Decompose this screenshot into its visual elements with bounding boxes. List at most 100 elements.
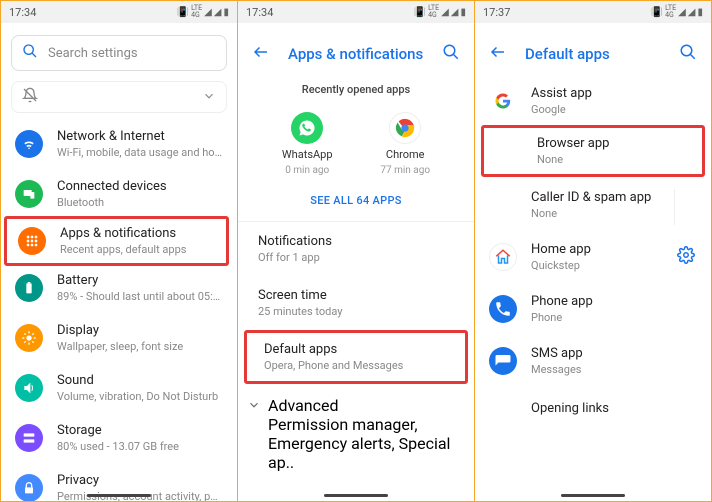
settings-item-connected[interactable]: Connected devicesBluetooth (1, 169, 237, 219)
signal-icon: ◢ (678, 7, 686, 18)
settings-item-display[interactable]: Display Wallpaper, sleep, font size (1, 313, 237, 363)
battery-icon (15, 274, 43, 302)
phone-apps-notifications: 17:34 📳 LTE4G ◢ ◢ ▮ Apps & notifications… (238, 1, 475, 501)
item-title: Notifications (258, 234, 454, 249)
apps-item-default-apps[interactable]: Default apps Opera, Phone and Messages (247, 333, 465, 381)
item-sub: Phone (531, 311, 593, 324)
item-sub: Messages (531, 363, 583, 376)
apps-item-screen-time[interactable]: Screen time 25 minutes today (238, 276, 474, 330)
default-app-caller-id[interactable]: Caller ID & spam app None (475, 179, 711, 231)
see-all-apps-link[interactable]: SEE ALL 64 APPS (238, 186, 474, 221)
recent-app-whatsapp[interactable]: WhatsApp 0 min ago (282, 112, 333, 176)
item-title: Screen time (258, 288, 454, 303)
phone-default-apps: 17:37 📳 LTE4G ◢ ◢ ▮ Default apps (475, 1, 711, 501)
settings-item-apps[interactable]: Apps & notificationsRecent apps, default… (7, 219, 226, 263)
recent-apps-label: Recently opened apps (238, 75, 474, 106)
nav-handle[interactable] (324, 494, 388, 497)
status-bar: 17:34 📳 LTE4G ◢ ◢ ▮ (1, 1, 237, 23)
settings-item-storage[interactable]: Storage80% used - 13.07 GB free (1, 413, 237, 463)
chrome-icon (389, 112, 421, 144)
item-sub: Off for 1 app (258, 251, 454, 264)
item-title: Privacy (57, 473, 223, 488)
item-title: Phone app (531, 294, 593, 309)
recent-app-name: WhatsApp (282, 148, 333, 161)
recent-app-time: 0 min ago (285, 165, 329, 176)
item-title: Storage (57, 423, 223, 438)
vibrate-icon: 📳 (177, 7, 189, 18)
lte-icon: LTE4G (428, 5, 439, 19)
storage-icon (15, 424, 43, 452)
status-icons: 📳 LTE4G ◢ ◢ ▮ (651, 5, 703, 19)
recent-app-chrome[interactable]: Chrome 77 min ago (380, 112, 430, 176)
item-sub: 89% - Should last until about 05:30 (57, 290, 223, 303)
settings-item-sound[interactable]: Sound Volume, vibration, Do Not Disturb (1, 363, 237, 413)
signal-icon: ◢ (204, 7, 212, 18)
status-bar: 17:37 📳 LTE4G ◢ ◢ ▮ (475, 1, 711, 23)
vibrate-icon: 📳 (414, 7, 426, 18)
default-app-browser[interactable]: Browser app None (484, 128, 702, 174)
battery-icon: ▮ (223, 7, 229, 18)
default-app-sms[interactable]: SMS app Messages (475, 335, 711, 387)
search-input[interactable]: Search settings (11, 35, 227, 71)
back-button[interactable] (489, 43, 507, 65)
search-button[interactable] (679, 43, 697, 65)
default-app-assist[interactable]: Assist appGoogle (475, 75, 711, 127)
lte-icon: LTE4G (191, 5, 202, 19)
item-title: Display (57, 323, 223, 338)
lock-icon (15, 474, 43, 501)
highlight-default-apps: Default apps Opera, Phone and Messages (244, 330, 468, 384)
item-title: SMS app (531, 346, 583, 361)
status-time: 17:37 (483, 6, 651, 19)
item-title: Browser app (537, 136, 688, 151)
home-icon (489, 243, 517, 271)
tutorial-triptych: 17:34 📳 LTE4G ◢ ◢ ▮ Search settings (0, 0, 712, 502)
gear-icon[interactable] (677, 246, 697, 268)
default-app-phone[interactable]: Phone app Phone (475, 283, 711, 335)
apps-item-advanced[interactable]: Advanced Permission manager, Emergency a… (238, 384, 474, 484)
item-title: Opening links (531, 401, 697, 416)
search-placeholder: Search settings (48, 46, 138, 61)
battery-icon: ▮ (697, 7, 703, 18)
item-title: Sound (57, 373, 223, 388)
devices-icon (15, 180, 43, 208)
nav-handle[interactable] (561, 494, 625, 497)
google-icon (489, 87, 517, 115)
settings-item-battery[interactable]: Battery 89% - Should last until about 05:… (1, 263, 237, 313)
volume-icon (15, 374, 43, 402)
signal-icon: ◢ (688, 7, 696, 18)
search-button[interactable] (442, 43, 460, 65)
recent-app-time: 77 min ago (380, 165, 430, 176)
default-app-opening-links[interactable]: Opening links (475, 387, 711, 427)
status-bar: 17:34 📳 LTE4G ◢ ◢ ▮ (238, 1, 474, 23)
phone-settings: 17:34 📳 LTE4G ◢ ◢ ▮ Search settings (1, 1, 238, 501)
item-title: Network & Internet (57, 129, 223, 144)
chevron-down-icon (202, 88, 216, 107)
item-title: Home app (531, 242, 591, 257)
item-title: Default apps (264, 342, 448, 357)
brightness-icon (15, 324, 43, 352)
highlight-browser-app: Browser app None (481, 125, 705, 177)
item-title: Caller ID & spam app (531, 190, 697, 205)
dnd-toggle-row[interactable] (11, 81, 227, 113)
item-sub: Permission manager, Emergency alerts, Sp… (268, 415, 454, 472)
status-time: 17:34 (246, 6, 414, 19)
item-sub: 25 minutes today (258, 305, 454, 318)
page-title: Default apps (525, 45, 661, 63)
status-icons: 📳 LTE4G ◢ ◢ ▮ (414, 5, 466, 19)
status-icons: 📳 LTE4G ◢ ◢ ▮ (177, 5, 229, 19)
default-app-home[interactable]: Home app Quickstep (475, 231, 711, 283)
item-title: Connected devices (57, 179, 223, 194)
recent-app-name: Chrome (386, 148, 425, 161)
nav-handle[interactable] (87, 494, 151, 497)
wifi-icon (15, 130, 43, 158)
item-title: Assist app (531, 86, 592, 101)
item-sub: Quickstep (531, 259, 591, 272)
settings-item-network[interactable]: Network & InternetWi-Fi, mobile, data us… (1, 119, 237, 169)
phone-icon (489, 295, 517, 323)
back-button[interactable] (252, 43, 270, 65)
apps-item-notifications[interactable]: Notifications Off for 1 app (238, 222, 474, 276)
whatsapp-icon (291, 112, 323, 144)
item-sub: Wallpaper, sleep, font size (57, 340, 223, 353)
item-title: Battery (57, 273, 223, 288)
item-sub: Volume, vibration, Do Not Disturb (57, 390, 223, 403)
